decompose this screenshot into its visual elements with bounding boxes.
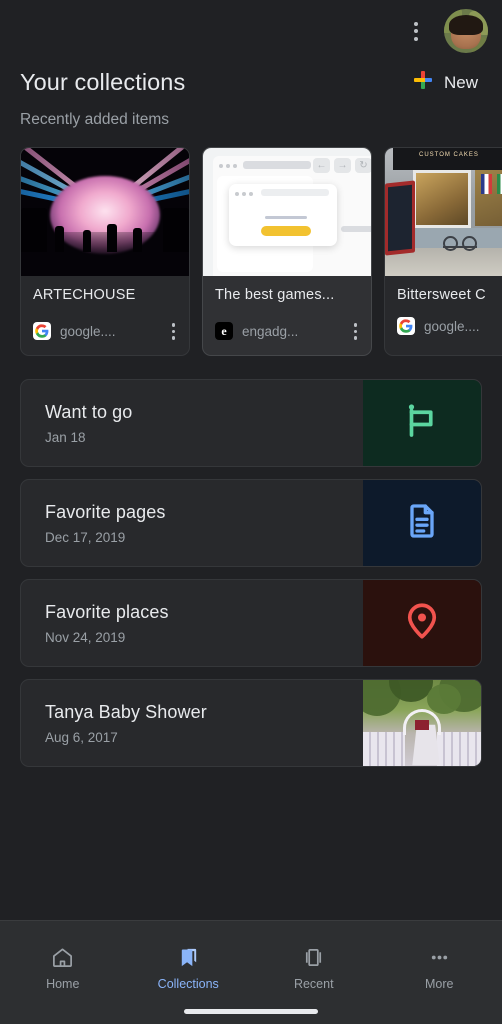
home-icon: [51, 945, 74, 969]
collection-row[interactable]: Tanya Baby Shower Aug 6, 2017: [20, 679, 482, 767]
nav-label-recent: Recent: [293, 977, 334, 991]
more-vert-icon[interactable]: [170, 317, 178, 346]
recent-card[interactable]: CUSTOM CAKES Bittersweet C google....: [384, 147, 502, 356]
google-favicon: [397, 317, 415, 335]
collection-text: Tanya Baby Shower Aug 6, 2017: [21, 680, 363, 766]
avatar-hair: [449, 15, 483, 36]
nav-item-more[interactable]: More: [377, 939, 502, 991]
recent-items-carousel[interactable]: ARTECHOUSE google.... ← → ↻ The best gam…: [0, 147, 502, 357]
collection-text: Favorite places Nov 24, 2019: [21, 580, 363, 666]
recent-card-domain: google....: [60, 323, 116, 339]
avatar[interactable]: [444, 9, 488, 53]
top-bar: [0, 0, 502, 62]
new-collection-label: New: [443, 72, 478, 92]
document-icon: [402, 501, 442, 546]
recent-tabs-icon: [302, 945, 325, 969]
recent-card[interactable]: ← → ↻ The best games... e engadg...: [202, 147, 372, 356]
recent-card-domain: engadg...: [242, 323, 299, 339]
header-row: Your collections New: [0, 64, 502, 101]
collection-date: Aug 6, 2017: [45, 729, 118, 745]
nav-item-home[interactable]: Home: [0, 939, 126, 991]
browser-illustration: ← → ↻: [203, 148, 371, 276]
recently-added-subtitle: Recently added items: [20, 111, 170, 128]
collection-name: Want to go: [45, 401, 133, 422]
collection-row[interactable]: Favorite pages Dec 17, 2019: [20, 479, 482, 567]
collection-text: Want to go Jan 18: [21, 380, 363, 466]
engadget-favicon: e: [215, 322, 233, 341]
recent-card-body: Bittersweet C google....: [385, 276, 502, 355]
bottom-navigation: Home Collections Recent More: [0, 920, 502, 1024]
nav-label-collections: Collections: [157, 977, 219, 991]
more-vert-icon[interactable]: [396, 11, 436, 51]
recent-card-footer: google....: [33, 317, 177, 346]
location-pin-icon: [401, 600, 443, 647]
home-indicator[interactable]: [184, 1009, 318, 1014]
recent-card[interactable]: ARTECHOUSE google....: [20, 147, 190, 356]
nav-label-home: Home: [46, 977, 80, 991]
app-root: Your collections New Recently added item…: [0, 0, 502, 1024]
collection-date: Dec 17, 2019: [45, 529, 126, 545]
nav-item-recent[interactable]: Recent: [251, 939, 377, 991]
bookmark-icon: [177, 945, 200, 969]
nav-item-collections[interactable]: Collections: [126, 939, 252, 991]
storefront-photo: CUSTOM CAKES: [385, 148, 502, 276]
new-collection-button[interactable]: New: [409, 64, 482, 101]
recent-card-title: ARTECHOUSE: [33, 287, 136, 303]
recent-card-body: The best games... e engadg...: [203, 276, 371, 355]
recent-card-body: ARTECHOUSE google....: [21, 276, 189, 355]
collection-tile: [363, 480, 481, 566]
bottom-nav-items: Home Collections Recent More: [0, 921, 502, 1009]
plus-icon: [413, 70, 433, 95]
collection-name: Favorite pages: [45, 501, 166, 522]
collection-tile: [363, 380, 481, 466]
recent-card-title: Bittersweet C: [397, 287, 486, 303]
more-horiz-icon: [428, 945, 451, 969]
google-favicon: [33, 322, 51, 341]
nav-label-more: More: [425, 977, 454, 991]
baby-shower-photo: [363, 680, 481, 766]
collection-date: Jan 18: [45, 429, 86, 445]
collection-tile-photo: [363, 680, 481, 766]
artechouse-photo: [21, 148, 189, 276]
recent-card-footer: google....: [397, 317, 502, 335]
collection-row[interactable]: Want to go Jan 18: [20, 379, 482, 467]
collection-date: Nov 24, 2019: [45, 629, 126, 645]
collection-tile: [363, 580, 481, 666]
flag-icon: [401, 400, 443, 447]
recent-card-title: The best games...: [215, 287, 335, 303]
recent-card-footer: e engadg...: [215, 317, 359, 346]
page-title: Your collections: [20, 69, 186, 95]
recent-card-domain: google....: [424, 318, 480, 334]
collection-text: Favorite pages Dec 17, 2019: [21, 480, 363, 566]
collection-row[interactable]: Favorite places Nov 24, 2019: [20, 579, 482, 667]
collection-name: Favorite places: [45, 601, 169, 622]
more-vert-icon[interactable]: [352, 317, 360, 346]
collection-name: Tanya Baby Shower: [45, 701, 207, 722]
collections-list: Want to go Jan 18 Favorite pages Dec 17,…: [0, 379, 502, 767]
